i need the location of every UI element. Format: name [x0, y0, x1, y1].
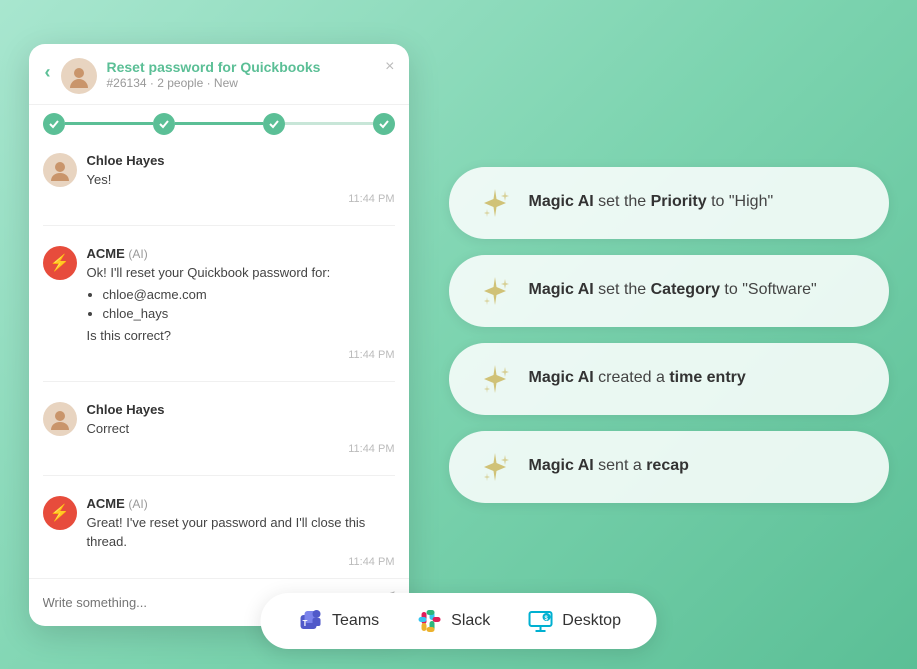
ai-label-1: (AI): [128, 247, 147, 261]
divider-3: [43, 475, 395, 476]
progress-step-1: [43, 113, 65, 135]
sender-name-4: ACME (AI): [87, 496, 395, 511]
desktop-icon: $: [526, 607, 554, 635]
back-button[interactable]: ‹: [45, 62, 51, 83]
ai-card-1: Magic AI set the Priority to "High": [449, 167, 889, 239]
divider-2: [43, 381, 395, 382]
message-time-2: 11:44 PM: [87, 349, 395, 361]
ai-action-text-4: Magic AI sent a recap: [529, 455, 689, 477]
progress-line-3: [285, 122, 373, 125]
message-content-3: Chloe Hayes Correct 11:44 PM: [87, 402, 395, 455]
magic-ai-label-4: Magic AI: [529, 457, 594, 474]
teams-icon: T: [296, 607, 324, 635]
desktop-label: Desktop: [562, 612, 621, 630]
username-item: chloe_hays: [103, 304, 395, 324]
bot-icon-2: ⚡: [50, 503, 70, 523]
sparkle-icon-3: [477, 361, 513, 397]
chat-subtitle: #26134 · 2 people · New: [107, 76, 393, 90]
progress-step-4: [373, 113, 395, 135]
message-1: Chloe Hayes Yes! 11:44 PM: [43, 153, 395, 206]
message-4: ⚡ ACME (AI) Great! I've reset your passw…: [43, 496, 395, 568]
time-entry-label: time entry: [669, 369, 745, 386]
header-avatar: [61, 58, 97, 94]
message-content-4: ACME (AI) Great! I've reset your passwor…: [87, 496, 395, 568]
bot-icon: ⚡: [50, 253, 70, 273]
progress-bar: [29, 105, 409, 143]
message-text-4: Great! I've reset your password and I'll…: [87, 513, 395, 552]
message-content-2: ACME (AI) Ok! I'll reset your Quickbook …: [87, 246, 395, 361]
divider-1: [43, 225, 395, 226]
ai-actions-panel: Magic AI set the Priority to "High" Magi…: [449, 167, 889, 503]
message-text-3: Correct: [87, 419, 395, 439]
message-time-3: 11:44 PM: [87, 443, 395, 455]
ai-card-4: Magic AI sent a recap: [449, 431, 889, 503]
email-item: chloe@acme.com: [103, 285, 395, 305]
ai-card-3: Magic AI created a time entry: [449, 343, 889, 415]
ai-action-text-2: Magic AI set the Category to "Software": [529, 279, 817, 301]
progress-line-1: [65, 122, 153, 125]
bottom-bar: T Teams Slack: [260, 593, 657, 649]
message-text-1: Yes!: [87, 170, 395, 190]
category-label: Category: [651, 281, 720, 298]
magic-ai-label-3: Magic AI: [529, 369, 594, 386]
chat-panel: ‹ Reset password for Quickbooks #26134 ·…: [29, 44, 409, 626]
sparkle-icon-4: [477, 449, 513, 485]
slack-label: Slack: [451, 612, 490, 630]
sparkle-icon-2: [477, 273, 513, 309]
message-time-1: 11:44 PM: [87, 193, 395, 205]
priority-label: Priority: [651, 193, 707, 210]
progress-line-2: [175, 122, 263, 125]
avatar-chloe-1: [43, 153, 77, 187]
sender-name-2: ACME (AI): [87, 246, 395, 261]
avatar-acme-1: ⚡: [43, 246, 77, 280]
teams-button[interactable]: T Teams: [296, 607, 379, 635]
sparkle-icon-1: [477, 185, 513, 221]
chat-title: Reset password for Quickbooks: [107, 58, 393, 76]
avatar-chloe-2: [43, 402, 77, 436]
recap-label: recap: [646, 457, 689, 474]
slack-icon: [415, 607, 443, 635]
ai-action-text-3: Magic AI created a time entry: [529, 367, 746, 389]
message-3: Chloe Hayes Correct 11:44 PM: [43, 402, 395, 455]
teams-label: Teams: [332, 612, 379, 630]
password-list: chloe@acme.com chloe_hays: [87, 285, 395, 324]
slack-button[interactable]: Slack: [415, 607, 490, 635]
progress-step-3: [263, 113, 285, 135]
ai-label-2: (AI): [128, 497, 147, 511]
sender-name-3: Chloe Hayes: [87, 402, 395, 417]
magic-ai-label-1: Magic AI: [529, 193, 594, 210]
message-content-1: Chloe Hayes Yes! 11:44 PM: [87, 153, 395, 206]
progress-step-2: [153, 113, 175, 135]
chat-header: ‹ Reset password for Quickbooks #26134 ·…: [29, 44, 409, 105]
message-2: ⚡ ACME (AI) Ok! I'll reset your Quickboo…: [43, 246, 395, 361]
chat-header-info: Reset password for Quickbooks #26134 · 2…: [107, 58, 393, 90]
message-time-4: 11:44 PM: [87, 556, 395, 568]
main-container: ‹ Reset password for Quickbooks #26134 ·…: [29, 44, 889, 626]
close-button[interactable]: ×: [385, 58, 394, 76]
ai-action-text-1: Magic AI set the Priority to "High": [529, 191, 774, 213]
svg-text:T: T: [302, 619, 307, 628]
message-text-2: Ok! I'll reset your Quickbook password f…: [87, 263, 395, 345]
sender-name-1: Chloe Hayes: [87, 153, 395, 168]
messages-list: Chloe Hayes Yes! 11:44 PM ⚡ ACME (AI) Ok…: [29, 143, 409, 578]
avatar-acme-2: ⚡: [43, 496, 77, 530]
desktop-button[interactable]: $ Desktop: [526, 607, 621, 635]
ai-card-2: Magic AI set the Category to "Software": [449, 255, 889, 327]
magic-ai-label-2: Magic AI: [529, 281, 594, 298]
